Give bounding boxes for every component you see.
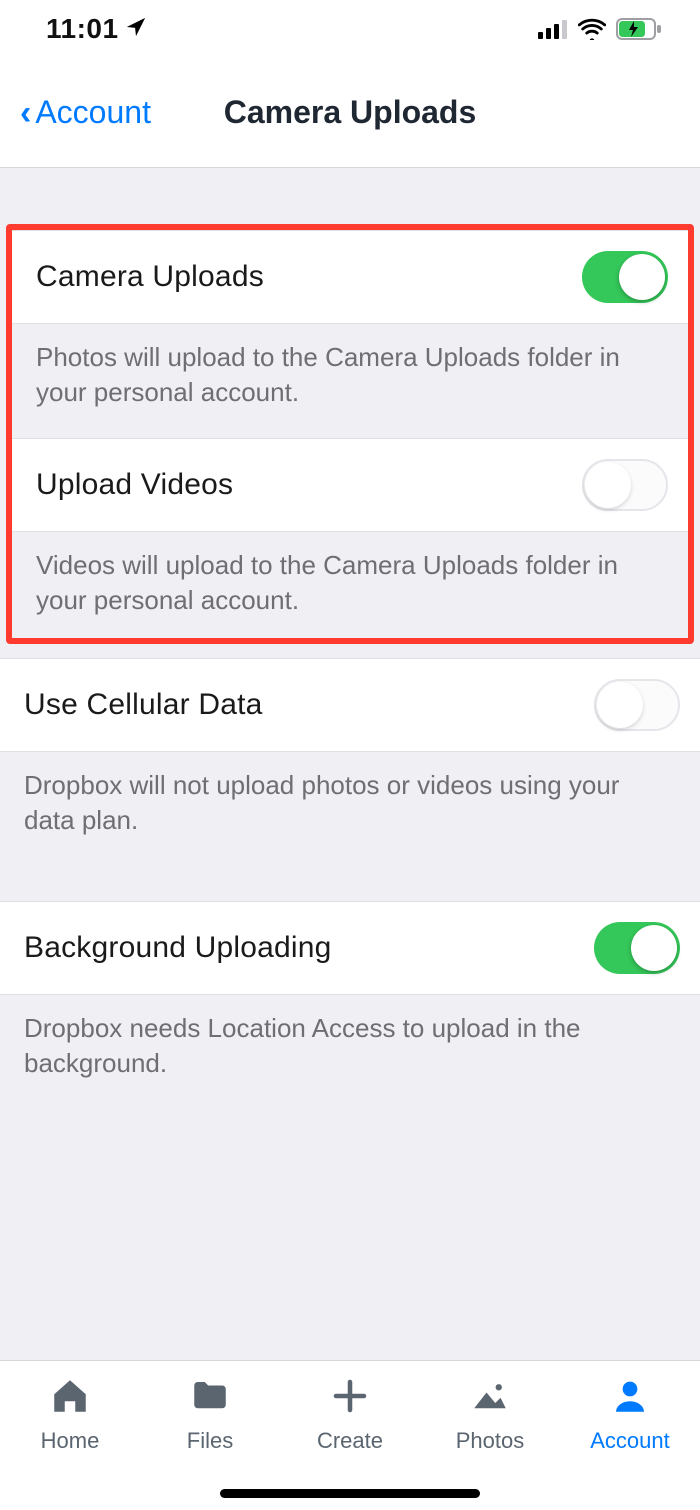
settings-list: Camera Uploads Photos will upload to the…: [0, 168, 700, 1360]
tab-label: Home: [41, 1428, 100, 1454]
folder-icon: [189, 1375, 231, 1422]
toggle-background-uploading[interactable]: [594, 922, 680, 974]
nav-header: ‹ Account Camera Uploads: [0, 58, 700, 168]
setting-label: Use Cellular Data: [24, 688, 263, 722]
wifi-icon: [578, 18, 606, 40]
tab-photos[interactable]: Photos: [420, 1375, 560, 1454]
tab-label: Create: [317, 1428, 383, 1454]
setting-upload-videos[interactable]: Upload Videos: [12, 438, 688, 532]
setting-desc: Dropbox needs Location Access to upload …: [0, 995, 700, 1109]
chevron-left-icon: ‹: [20, 96, 31, 130]
highlight-annotation: Camera Uploads Photos will upload to the…: [6, 224, 694, 644]
toggle-cellular-data[interactable]: [594, 679, 680, 731]
status-time: 11:01: [46, 13, 119, 45]
home-indicator[interactable]: [220, 1489, 480, 1498]
setting-label: Background Uploading: [24, 931, 332, 965]
setting-desc: Dropbox will not upload photos or videos…: [0, 752, 700, 866]
setting-desc: Photos will upload to the Camera Uploads…: [12, 324, 688, 438]
location-arrow-icon: [125, 13, 147, 45]
back-button[interactable]: ‹ Account: [20, 94, 151, 131]
setting-label: Camera Uploads: [36, 260, 264, 294]
tab-label: Photos: [456, 1428, 525, 1454]
tab-bar: Home Files Create Photos Account: [0, 1360, 700, 1510]
tab-label: Files: [187, 1428, 233, 1454]
setting-camera-uploads[interactable]: Camera Uploads: [12, 230, 688, 324]
toggle-upload-videos[interactable]: [582, 459, 668, 511]
tab-home[interactable]: Home: [0, 1375, 140, 1454]
toggle-camera-uploads[interactable]: [582, 251, 668, 303]
setting-label: Upload Videos: [36, 468, 233, 502]
setting-desc: Videos will upload to the Camera Uploads…: [12, 532, 688, 638]
tab-account[interactable]: Account: [560, 1375, 700, 1454]
photos-icon: [469, 1375, 511, 1422]
account-icon: [609, 1375, 651, 1422]
setting-cellular-data[interactable]: Use Cellular Data: [0, 658, 700, 752]
back-label: Account: [35, 94, 151, 131]
setting-background-uploading[interactable]: Background Uploading: [0, 901, 700, 995]
page-title: Camera Uploads: [224, 94, 477, 131]
cellular-signal-icon: [538, 19, 568, 39]
plus-icon: [329, 1375, 371, 1422]
home-icon: [49, 1375, 91, 1422]
battery-charging-icon: [616, 18, 662, 40]
status-bar: 11:01: [0, 0, 700, 58]
tab-files[interactable]: Files: [140, 1375, 280, 1454]
tab-create[interactable]: Create: [280, 1375, 420, 1454]
tab-label: Account: [590, 1428, 670, 1454]
